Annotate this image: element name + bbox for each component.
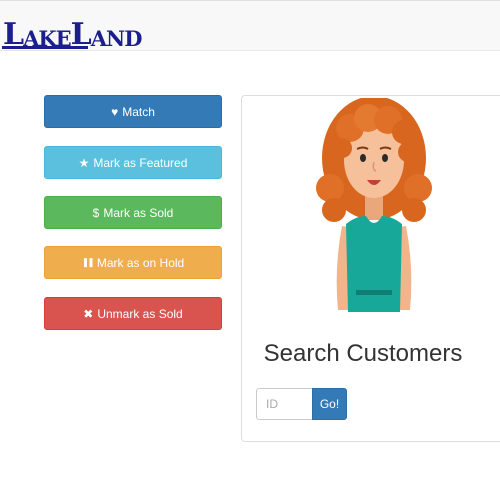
pause-icon: ❚❚ [81,257,95,267]
mark-featured-label: Mark as Featured [93,155,188,170]
lakeland-logo[interactable]: L AKE L AND [3,16,143,51]
customer-id-input[interactable] [256,388,313,420]
search-title: Search Customers [263,340,463,367]
match-button-label: Match [122,104,155,119]
mark-featured-button[interactable]: ★ Mark as Featured [44,146,222,179]
logo-underline [2,46,88,49]
heart-icon: ♥ [111,104,119,119]
dollar-icon: $ [92,205,100,220]
mark-sold-button[interactable]: $ Mark as Sold [44,196,222,229]
x-icon: ✖ [83,306,94,321]
mark-on-hold-label: Mark as on Hold [96,255,185,270]
mark-on-hold-button[interactable]: ❚❚ Mark as on Hold [44,246,222,279]
unmark-sold-button[interactable]: ✖ Unmark as Sold [44,297,222,330]
top-navbar: L AKE L AND [0,0,500,51]
star-icon: ★ [78,155,90,170]
logo-letters: AND [90,26,143,51]
mark-sold-label: Mark as Sold [103,205,174,220]
match-button[interactable]: ♥ Match [44,95,222,128]
unmark-sold-label: Unmark as Sold [97,306,183,321]
customer-avatar [316,98,432,312]
go-button[interactable]: Go! [312,388,347,420]
